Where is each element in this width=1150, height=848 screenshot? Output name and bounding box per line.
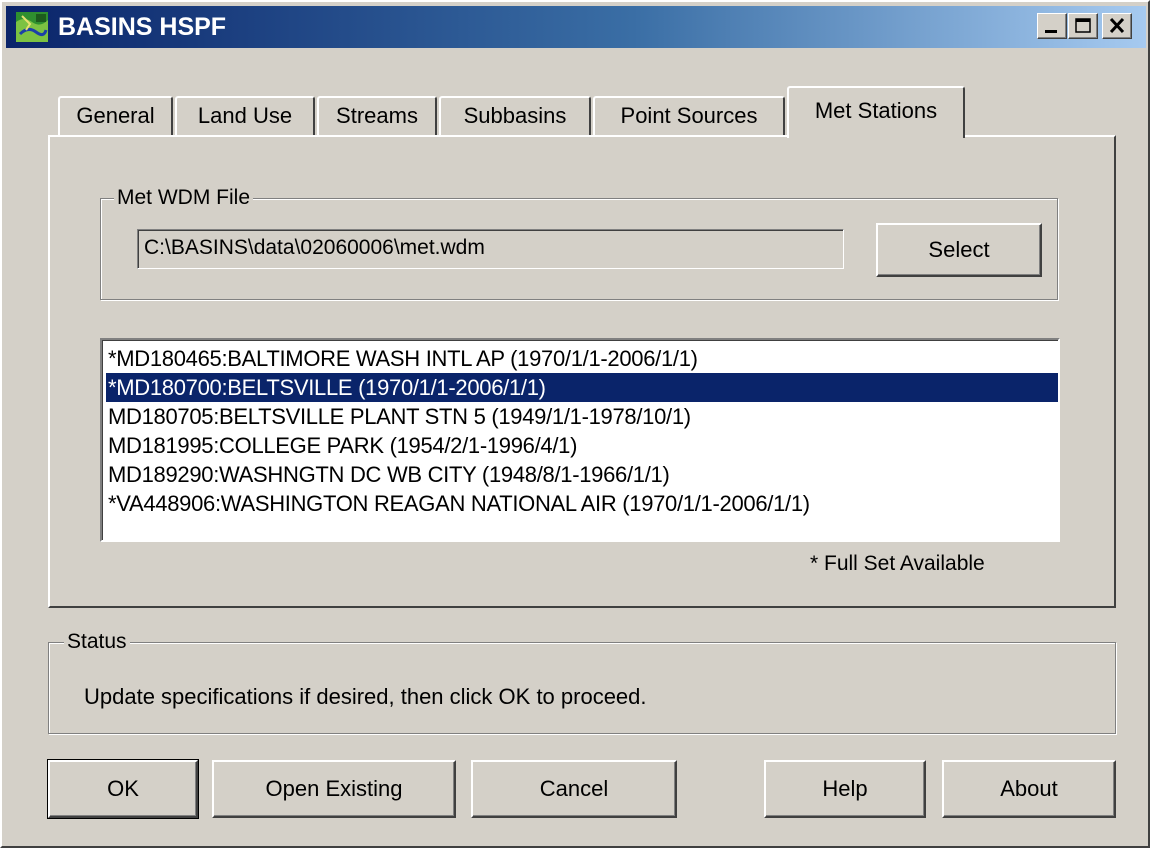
help-button[interactable]: Help — [764, 760, 926, 818]
maximize-icon — [1075, 18, 1091, 33]
select-button-label: Select — [928, 237, 990, 262]
ok-button[interactable]: OK — [47, 759, 199, 819]
maximize-button[interactable] — [1068, 13, 1098, 39]
tab-point-sources[interactable]: Point Sources — [593, 96, 785, 136]
minimize-button[interactable] — [1037, 13, 1067, 39]
window-title: BASINS HSPF — [58, 13, 227, 41]
tab-general-label: General — [76, 103, 155, 128]
help-button-label: Help — [822, 776, 868, 801]
met-wdm-path-field[interactable]: C:\BASINS\data\02060006\met.wdm — [137, 229, 844, 269]
cancel-button[interactable]: Cancel — [471, 760, 677, 818]
full-set-footnote: * Full Set Available — [810, 552, 985, 575]
list-item[interactable]: MD181995:COLLEGE PARK (1954/2/1-1996/4/1… — [106, 431, 1058, 460]
list-item-selected[interactable]: *MD180700:BELTSVILLE (1970/1/1-2006/1/1) — [106, 373, 1058, 402]
status-message: Update specifications if desired, then c… — [84, 684, 647, 709]
about-button-label: About — [1000, 776, 1058, 801]
basins-app-icon — [16, 12, 48, 42]
met-wdm-group-label: Met WDM File — [114, 186, 253, 210]
tab-met-stations[interactable]: Met Stations — [787, 86, 965, 138]
ok-button-label: OK — [107, 776, 139, 801]
close-icon — [1109, 17, 1125, 34]
open-existing-button-label: Open Existing — [265, 776, 403, 801]
minimize-icon — [1045, 30, 1057, 33]
tab-met-stations-label: Met Stations — [814, 98, 938, 123]
cancel-button-label: Cancel — [539, 776, 609, 801]
met-stations-listbox[interactable]: *MD180465:BALTIMORE WASH INTL AP (1970/1… — [100, 338, 1060, 542]
open-existing-button[interactable]: Open Existing — [212, 760, 456, 818]
select-button[interactable]: Select — [876, 223, 1042, 277]
status-group-label: Status — [64, 630, 130, 654]
tab-general[interactable]: General — [58, 96, 173, 136]
list-item[interactable]: MD189290:WASHNGTN DC WB CITY (1948/8/1-1… — [106, 460, 1058, 489]
about-button[interactable]: About — [942, 760, 1116, 818]
title-bar[interactable]: BASINS HSPF — [6, 6, 1146, 48]
tab-land-use-label: Land Use — [197, 103, 293, 128]
tab-point-sources-label: Point Sources — [620, 103, 758, 128]
list-item[interactable]: *VA448906:WASHINGTON REAGAN NATIONAL AIR… — [106, 489, 1058, 518]
tab-subbasins-label: Subbasins — [463, 103, 567, 128]
tab-streams-label: Streams — [336, 103, 418, 128]
tab-subbasins[interactable]: Subbasins — [439, 96, 591, 136]
tab-land-use[interactable]: Land Use — [175, 96, 315, 136]
list-item[interactable]: MD180705:BELTSVILLE PLANT STN 5 (1949/1/… — [106, 402, 1058, 431]
tab-streams[interactable]: Streams — [317, 96, 437, 136]
app-window: BASINS HSPF General Land Use Streams Sub… — [0, 0, 1150, 848]
close-button[interactable] — [1102, 13, 1132, 39]
list-item[interactable]: *MD180465:BALTIMORE WASH INTL AP (1970/1… — [106, 344, 1058, 373]
